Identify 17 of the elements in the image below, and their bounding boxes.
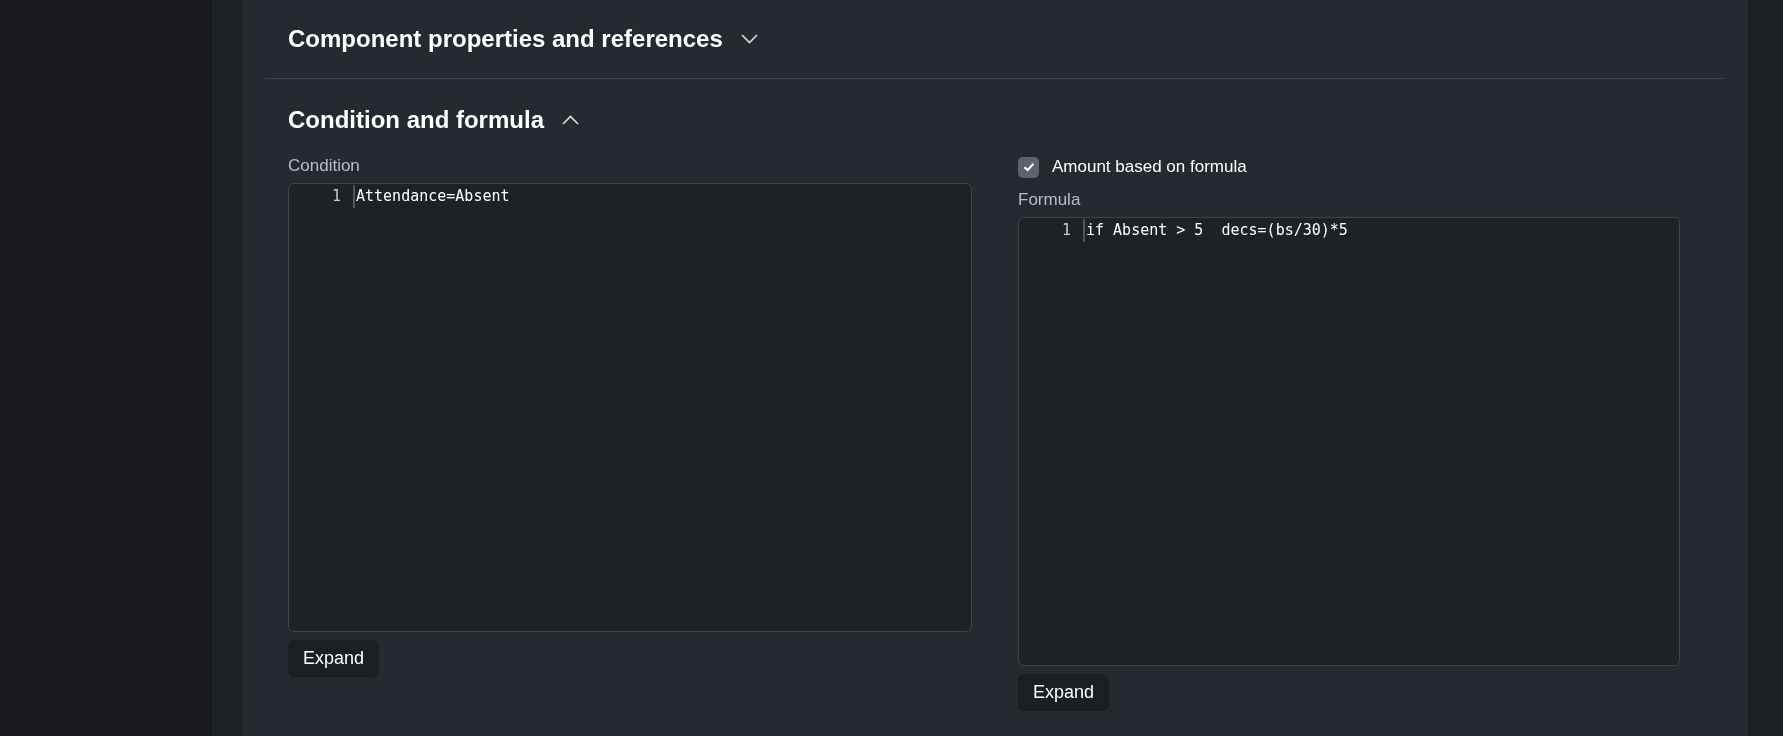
expand-button[interactable]: Expand — [1018, 673, 1110, 711]
line-number: 1 — [330, 186, 341, 208]
code-editor[interactable]: 1 Attendance=Absent — [288, 182, 972, 632]
code-line: Attendance=Absent — [353, 185, 510, 208]
code-editor[interactable]: 1 if Absent > 5 decs=(bs/30)*5 — [1018, 216, 1680, 666]
chevron-down-icon[interactable] — [740, 34, 758, 44]
chevron-up-icon[interactable] — [562, 115, 579, 125]
expand-button[interactable]: Expand — [288, 639, 380, 677]
field-label: Formula — [1018, 189, 1082, 211]
section-title[interactable]: Condition and formula — [288, 105, 544, 135]
field-label: Condition — [288, 155, 361, 177]
checkbox[interactable] — [1018, 156, 1039, 178]
section-title[interactable]: Component properties and references — [288, 24, 723, 54]
check-icon — [1022, 162, 1035, 172]
code-line: if Absent > 5 decs=(bs/30)*5 — [1083, 219, 1348, 242]
checkbox-label: Amount based on formula — [1052, 156, 1247, 179]
line-number: 1 — [1060, 220, 1071, 242]
